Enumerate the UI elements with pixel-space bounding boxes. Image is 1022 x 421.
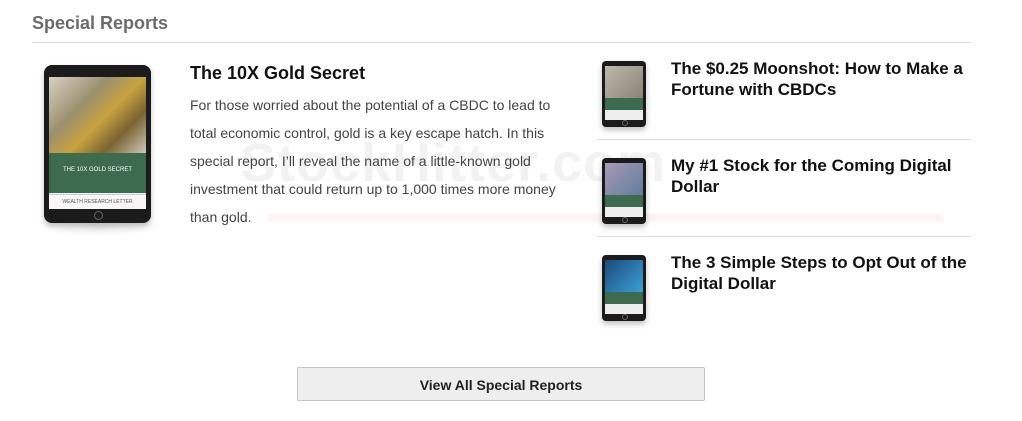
featured-report-description: For those worried about the potential of… [190,97,556,225]
tablet-home-button [93,211,103,220]
side-report-title[interactable]: The $0.25 Moonshot: How to Make a Fortun… [671,58,971,100]
featured-report-title[interactable]: The 10X Gold Secret [190,63,365,84]
featured-report-cover[interactable]: THE 10X GOLD SECRET WEALTH RESEARCH LETT… [44,65,151,223]
featured-cover-footer: WEALTH RESEARCH LETTER [49,194,146,209]
dollar-sign-image [605,260,643,292]
side-report-title[interactable]: The 3 Simple Steps to Opt Out of the Dig… [671,252,971,294]
side-cover-screen [605,260,643,314]
tablet-home-button [622,120,628,126]
section-title: Special Reports [32,13,169,33]
side-cover-screen [605,163,643,217]
view-all-reports-button[interactable]: View All Special Reports [297,367,705,401]
side-report-item[interactable]: My #1 Stock for the Coming Digital Dolla… [597,140,971,237]
featured-cover-screen: THE 10X GOLD SECRET WEALTH RESEARCH LETT… [49,77,146,209]
gold-bars-image [49,77,146,153]
side-report-cover[interactable] [602,61,646,127]
side-cover-band [605,195,643,207]
tablet-home-button [622,217,628,223]
side-report-item[interactable]: The 3 Simple Steps to Opt Out of the Dig… [597,237,971,327]
currency-image [605,163,643,195]
featured-cover-title: THE 10X GOLD SECRET [49,153,146,193]
side-report-title[interactable]: My #1 Stock for the Coming Digital Dolla… [671,155,971,197]
side-report-item[interactable]: The $0.25 Moonshot: How to Make a Fortun… [597,43,971,140]
side-report-cover[interactable] [602,158,646,224]
side-cover-screen [605,66,643,120]
coins-image [605,66,643,98]
side-report-cover[interactable] [602,255,646,321]
side-cover-band [605,98,643,110]
side-cover-band [605,292,643,304]
tablet-home-button [622,314,628,320]
